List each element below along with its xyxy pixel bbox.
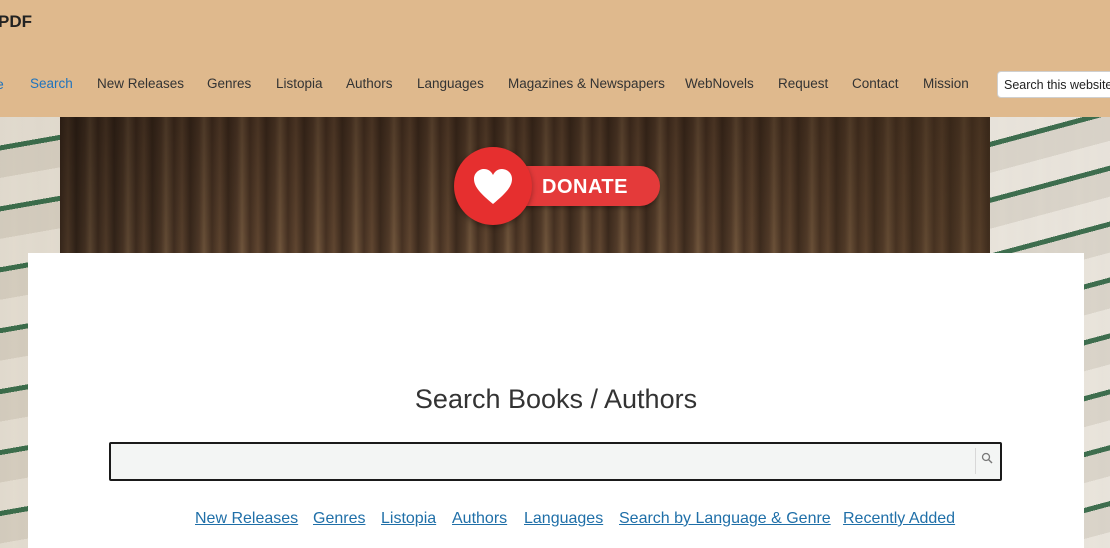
search-button[interactable] (975, 448, 996, 474)
nav-item-partial[interactable]: e (0, 76, 4, 92)
nav-item-languages[interactable]: Languages (417, 76, 484, 91)
content-card: Search Books / Authors New Releases Genr… (28, 253, 1084, 548)
site-search-input[interactable]: Search this website (997, 71, 1110, 98)
link-genres[interactable]: Genres (313, 510, 365, 528)
heart-icon (474, 169, 512, 204)
book-search-box (109, 442, 1002, 481)
site-header: PDF e Search New Releases Genres Listopi… (0, 0, 1110, 117)
page-title: Search Books / Authors (414, 384, 698, 414)
link-search-by-language-genre[interactable]: Search by Language & Genre (619, 510, 831, 528)
nav-item-search[interactable]: Search (30, 76, 73, 91)
nav-item-listopia[interactable]: Listopia (276, 76, 323, 91)
nav-item-authors[interactable]: Authors (346, 76, 393, 91)
donate-button[interactable]: DONATE (454, 147, 660, 225)
link-new-releases[interactable]: New Releases (195, 510, 298, 528)
nav-item-contact[interactable]: Contact (852, 76, 899, 91)
nav-item-mission[interactable]: Mission (923, 76, 969, 91)
book-search-input[interactable] (111, 444, 971, 479)
nav-item-new-releases[interactable]: New Releases (97, 76, 184, 91)
link-listopia[interactable]: Listopia (381, 510, 436, 528)
nav-item-webnovels[interactable]: WebNovels (685, 76, 754, 91)
donate-label: DONATE (542, 176, 628, 198)
link-authors[interactable]: Authors (452, 510, 507, 528)
nav-item-magazines-newspapers[interactable]: Magazines & Newspapers (508, 76, 665, 91)
donate-circle (454, 147, 532, 225)
site-logo[interactable]: PDF (0, 12, 32, 32)
search-icon (981, 452, 993, 464)
link-recently-added[interactable]: Recently Added (843, 510, 955, 528)
link-languages[interactable]: Languages (524, 510, 603, 528)
quick-links: New Releases Genres Listopia Authors Lan… (28, 510, 1084, 532)
nav-item-genres[interactable]: Genres (207, 76, 251, 91)
nav-item-request[interactable]: Request (778, 76, 828, 91)
